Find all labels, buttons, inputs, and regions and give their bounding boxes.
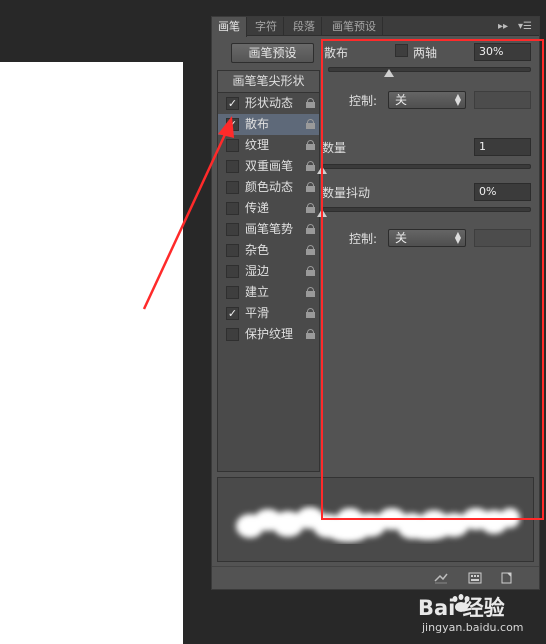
baidu-watermark: Bai 经验 jingyan.baidu.com [418, 588, 546, 644]
red-annotation-arrow-icon [142, 116, 234, 310]
baidu-logo-text: Bai 经验 [418, 596, 505, 620]
baidu-url: jingyan.baidu.com [422, 621, 524, 634]
